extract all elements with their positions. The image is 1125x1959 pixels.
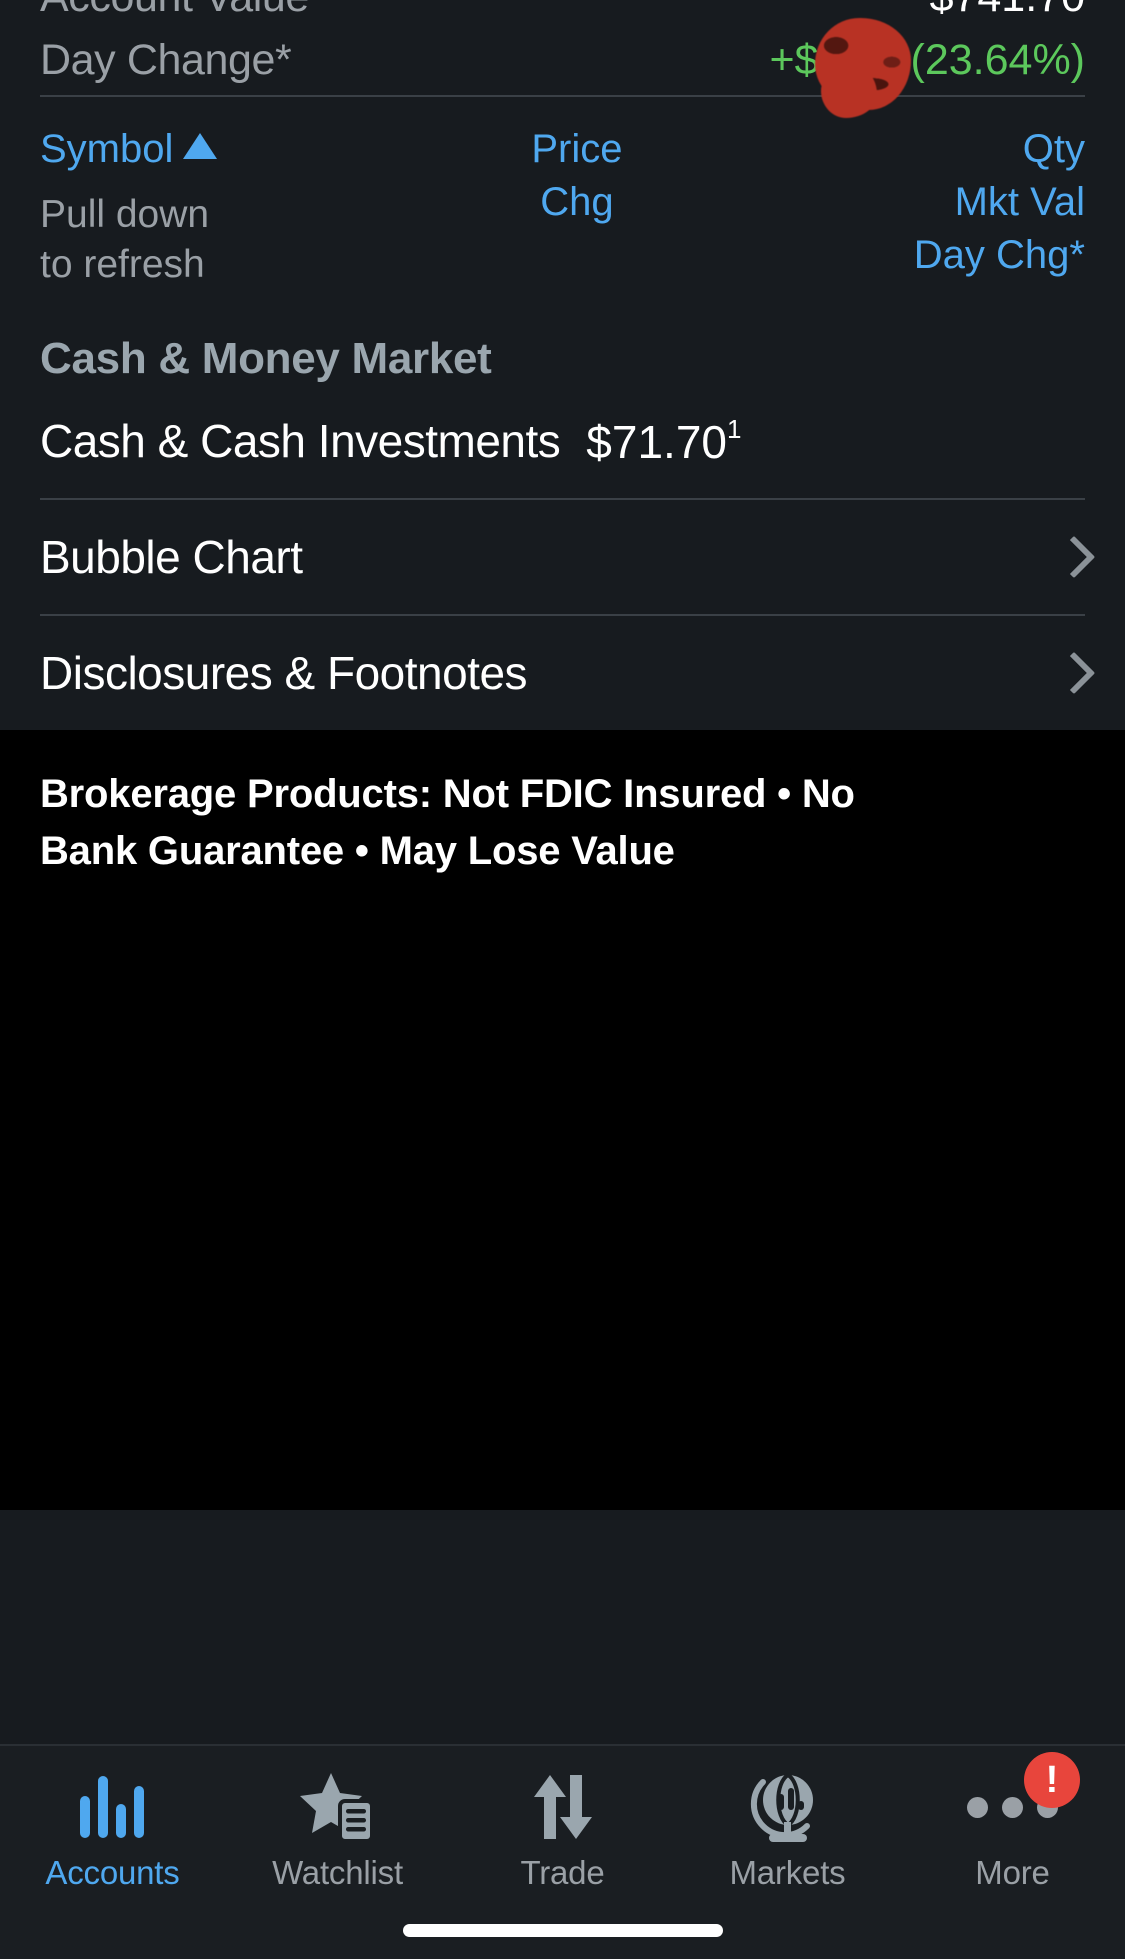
globe-chart-icon (749, 1768, 827, 1846)
pull-to-refresh-hint: Pull down to refresh (40, 190, 380, 290)
day-change-percent: (23.64%) (910, 36, 1085, 84)
account-value-label: Account Value (40, 0, 309, 22)
column-header-qty[interactable]: Qty (914, 123, 1085, 176)
row-value: $71.701 (586, 414, 741, 469)
tab-label: More (975, 1854, 1050, 1891)
chevron-right-icon (1059, 537, 1081, 577)
tab-accounts[interactable]: Accounts (0, 1768, 225, 1892)
account-summary: Account Value $741.70 Day Change* +$ (23.… (0, 0, 1125, 118)
column-header-mkt-val[interactable]: Mkt Val (914, 176, 1085, 229)
column-headers: Symbol Pull down to refresh Price Chg Qt… (0, 97, 1125, 290)
tab-watchlist[interactable]: Watchlist (225, 1768, 450, 1892)
column-header-price[interactable]: Price (380, 123, 774, 176)
tab-markets[interactable]: Markets (675, 1768, 900, 1892)
app-screen: Account Value $741.70 Day Change* +$ (23.… (0, 0, 1125, 1959)
pull-to-refresh-line1: Pull down (40, 193, 210, 236)
tab-more[interactable]: ! More (900, 1752, 1125, 1892)
alert-badge[interactable]: ! (1024, 1752, 1080, 1808)
disclaimer-line-2: Bank Guarantee • May Lose Value (40, 829, 675, 873)
home-indicator[interactable] (402, 1924, 723, 1937)
up-down-arrows-icon (528, 1768, 598, 1846)
star-list-icon (298, 1768, 378, 1846)
sort-ascending-icon (183, 133, 218, 159)
day-change-value: +$ (23.64%) (769, 18, 1085, 118)
link-row-bubble-chart[interactable]: Bubble Chart (0, 500, 1125, 614)
bottom-tab-bar: Accounts Watchlist Trade Markets ! More (0, 1744, 1125, 1959)
day-change-row: Day Change* +$ (23.64%) (40, 18, 1085, 118)
bar-chart-icon (76, 1768, 150, 1846)
redacted-amount (814, 18, 911, 118)
link-label: Disclosures & Footnotes (40, 647, 528, 699)
dot (967, 1796, 988, 1818)
account-value-row: Account Value $741.70 (40, 0, 1085, 22)
section-header-cash-money-market: Cash & Money Market (40, 334, 492, 383)
tab-label: Watchlist (272, 1854, 403, 1891)
row-cash-and-cash-investments[interactable]: Cash & Cash Investments $71.701 (0, 384, 1125, 498)
day-change-label: Day Change* (40, 36, 292, 84)
column-header-day-chg[interactable]: Day Chg* (914, 229, 1085, 282)
redaction-scribble (814, 18, 911, 118)
dot (1002, 1796, 1023, 1818)
tab-label: Accounts (45, 1854, 180, 1891)
column-header-symbol-label: Symbol (40, 127, 174, 171)
column-group-price: Price Chg (380, 123, 914, 290)
pull-to-refresh-line2: to refresh (40, 243, 205, 286)
column-group-symbol: Symbol Pull down to refresh (40, 123, 380, 290)
column-group-qty: Qty Mkt Val Day Chg* (914, 123, 1085, 290)
empty-content-area (0, 910, 1125, 1510)
brokerage-disclaimer-banner: Brokerage Products: Not FDIC Insured • N… (0, 730, 1125, 910)
link-row-disclosures-footnotes[interactable]: Disclosures & Footnotes (0, 616, 1125, 730)
tab-trade[interactable]: Trade (450, 1768, 675, 1892)
footnote-marker: 1 (727, 413, 742, 444)
row-title: Cash & Cash Investments (40, 415, 561, 467)
day-change-prefix: +$ (769, 36, 819, 84)
disclaimer-line-1: Brokerage Products: Not FDIC Insured • N… (40, 772, 855, 816)
account-value-amount: $741.70 (930, 0, 1085, 22)
column-header-symbol[interactable]: Symbol (40, 123, 380, 176)
tab-label: Trade (520, 1854, 605, 1891)
link-label: Bubble Chart (40, 531, 303, 583)
column-header-chg[interactable]: Chg (380, 176, 774, 229)
chevron-right-icon (1059, 653, 1081, 693)
row-value-amount: $71.70 (586, 415, 727, 468)
ellipsis-icon: ! (967, 1752, 1080, 1846)
tab-label: Markets (729, 1854, 846, 1891)
